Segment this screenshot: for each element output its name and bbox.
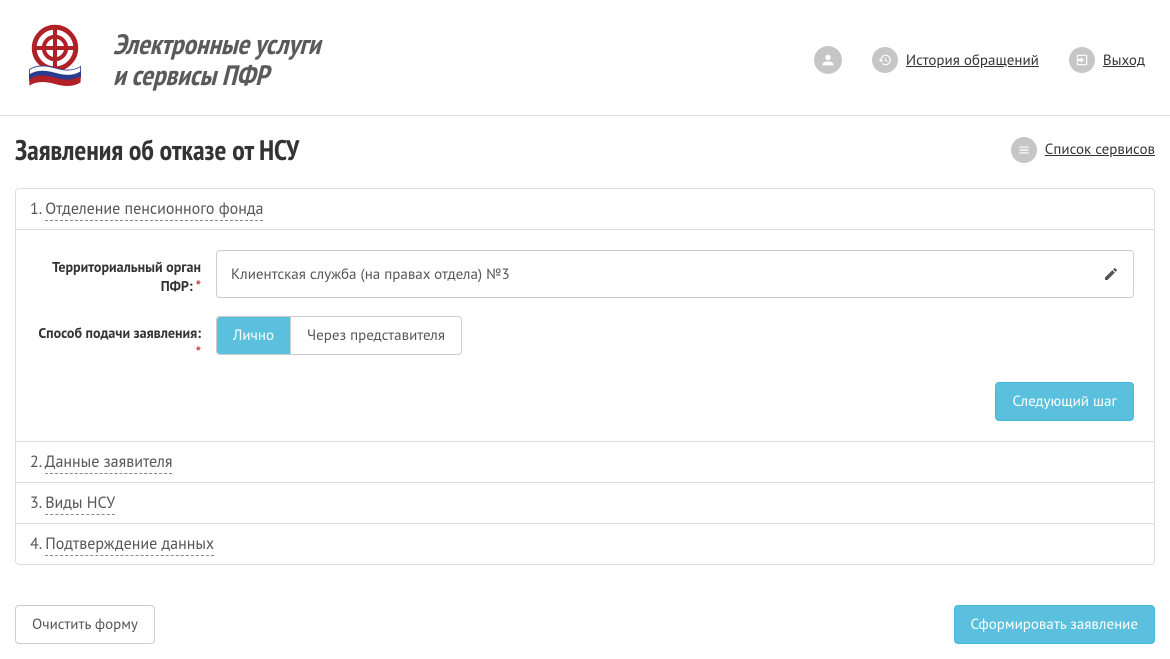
method-rep-button[interactable]: Через представителя (290, 317, 461, 354)
site-title-line2: и сервисы ПФР (113, 60, 320, 91)
method-label: Способ подачи заявления: * (36, 316, 216, 362)
next-step-button[interactable]: Следующий шаг (995, 382, 1134, 421)
step-4-num: 4. (30, 534, 41, 554)
clear-form-button[interactable]: Очистить форму (15, 605, 155, 644)
pfr-logo-icon (15, 20, 95, 100)
territory-label: Территориальный орган ПФР: * (36, 250, 216, 298)
step-1-body: Территориальный орган ПФР: * Клиентская … (16, 229, 1154, 441)
territory-value: Клиентская служба (на правах отдела) №3 (231, 265, 510, 284)
step-1-num: 1. (30, 199, 41, 219)
territory-row: Территориальный орган ПФР: * Клиентская … (36, 250, 1134, 298)
page-title: Заявления об отказе от НСУ (15, 131, 299, 168)
step-3-title: Виды НСУ (45, 493, 115, 515)
required-star: * (196, 277, 201, 295)
site-header: Электронные услуги и сервисы ПФР История… (0, 0, 1170, 116)
step-actions: Следующий шаг (36, 382, 1134, 421)
method-self-button[interactable]: Лично (217, 317, 290, 354)
services-label: Список сервисов (1045, 140, 1155, 159)
step-4-header[interactable]: 4. Подтверждение данных (16, 523, 1154, 564)
header-right: История обращений Выход (814, 46, 1145, 74)
edit-icon (1103, 266, 1119, 282)
submit-button[interactable]: Сформировать заявление (954, 605, 1156, 644)
step-2-header[interactable]: 2. Данные заявителя (16, 441, 1154, 482)
step-2-title: Данные заявителя (45, 452, 173, 474)
required-star: * (196, 343, 201, 361)
wizard-accordion: 1. Отделение пенсионного фонда Территори… (15, 188, 1155, 565)
step-1-header[interactable]: 1. Отделение пенсионного фонда (16, 189, 1154, 229)
logout-link[interactable]: Выход (1069, 47, 1145, 73)
services-link[interactable]: Список сервисов (1011, 137, 1155, 163)
step-3-num: 3. (30, 493, 41, 513)
logout-label: Выход (1103, 51, 1145, 70)
list-icon (1011, 137, 1037, 163)
logout-icon (1069, 47, 1095, 73)
site-title: Электронные услуги и сервисы ПФР (113, 29, 320, 91)
history-label: История обращений (906, 51, 1039, 70)
method-toggle: Лично Через представителя (216, 316, 462, 355)
page-head: Заявления об отказе от НСУ Список сервис… (15, 131, 1155, 168)
territory-select[interactable]: Клиентская служба (на правах отдела) №3 (216, 250, 1134, 298)
step-2-num: 2. (30, 452, 41, 472)
step-3-header[interactable]: 3. Виды НСУ (16, 482, 1154, 523)
step-1-title: Отделение пенсионного фонда (45, 199, 263, 221)
step-4-title: Подтверждение данных (45, 534, 214, 556)
history-icon (872, 47, 898, 73)
method-row: Способ подачи заявления: * Лично Через п… (36, 316, 1134, 362)
page-footer: Очистить форму Сформировать заявление (15, 605, 1155, 644)
user-avatar-icon[interactable] (814, 46, 842, 74)
history-link[interactable]: История обращений (872, 47, 1039, 73)
logo-block: Электронные услуги и сервисы ПФР (15, 20, 320, 100)
